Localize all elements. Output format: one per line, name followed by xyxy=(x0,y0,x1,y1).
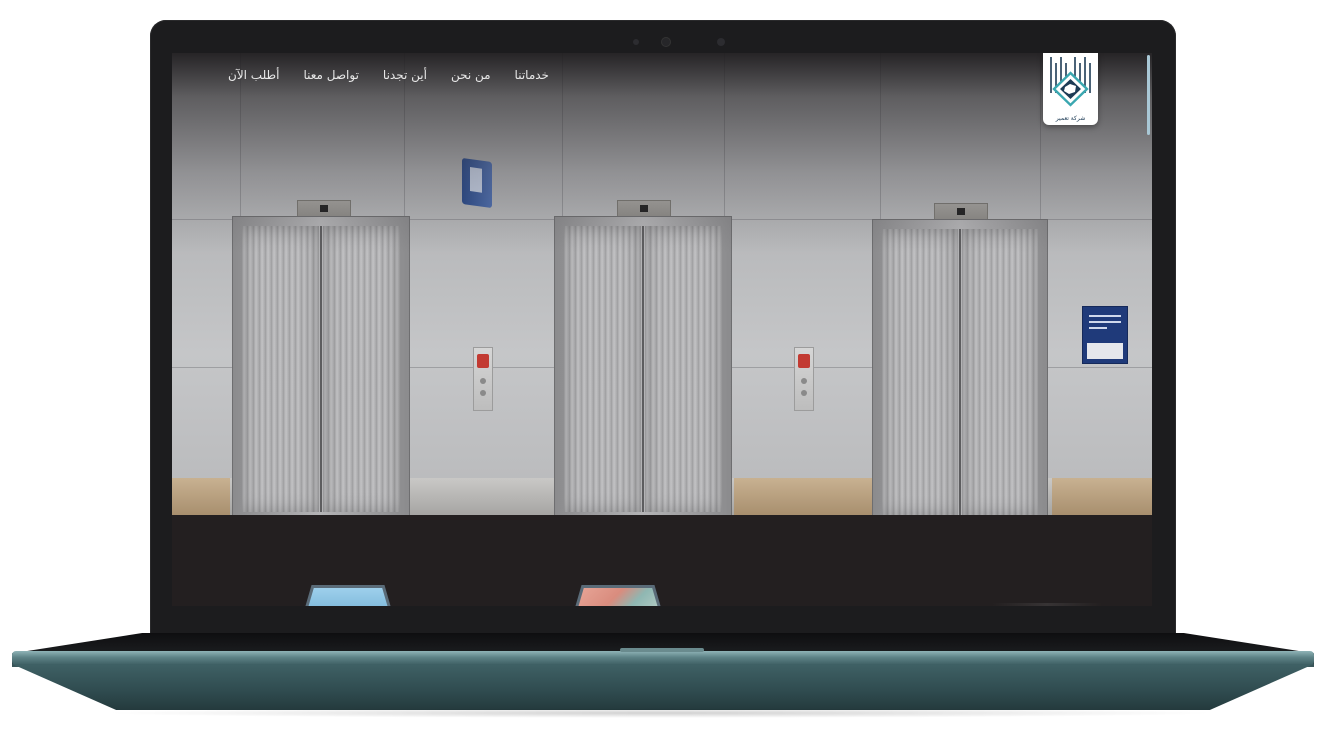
laptop-notch xyxy=(620,648,704,652)
laptop-base xyxy=(12,664,1314,710)
main-nav: خدماتنا من نحن أين تجدنا تواصل معنا أطلب… xyxy=(228,65,549,85)
sensor-dot xyxy=(717,38,725,46)
hero-image xyxy=(172,53,1152,515)
service-card-frame[interactable] xyxy=(570,585,666,606)
laptop-base-rim xyxy=(12,651,1314,665)
elevator-door xyxy=(872,219,1048,515)
camera-bar xyxy=(150,36,1176,48)
service-card-frame[interactable] xyxy=(300,585,396,606)
nav-link-contact[interactable]: تواصل معنا xyxy=(303,65,358,85)
logo-mark-icon xyxy=(1050,57,1091,107)
logo-text: شركة تعمير xyxy=(1055,115,1086,122)
floor-trim xyxy=(734,478,874,515)
elevator-call-panel xyxy=(794,347,814,411)
nav-link-services[interactable]: خدماتنا xyxy=(515,65,549,85)
sensor-dot xyxy=(633,39,639,45)
laptop-shadow xyxy=(100,708,1220,718)
elevator-door xyxy=(232,216,410,515)
elevator-door xyxy=(554,216,732,515)
nav-link-order-now[interactable]: أطلب الآن xyxy=(228,65,279,85)
decorative-graphic xyxy=(992,603,1102,606)
elevator-call-panel xyxy=(473,347,493,411)
webcam-icon xyxy=(661,37,671,47)
nav-link-locations[interactable]: أين تجدنا xyxy=(383,65,427,85)
floor-trim xyxy=(1052,478,1152,515)
floor-trim xyxy=(172,478,230,515)
services-section xyxy=(172,515,1152,606)
laptop-lid: خدماتنا من نحن أين تجدنا تواصل معنا أطلب… xyxy=(150,20,1176,640)
nav-link-about[interactable]: من نحن xyxy=(451,65,491,85)
info-plate xyxy=(1082,306,1128,364)
brand-logo[interactable]: شركة تعمير xyxy=(1043,53,1098,125)
screen: خدماتنا من نحن أين تجدنا تواصل معنا أطلب… xyxy=(172,53,1152,606)
scrollbar-thumb[interactable] xyxy=(1147,55,1150,135)
